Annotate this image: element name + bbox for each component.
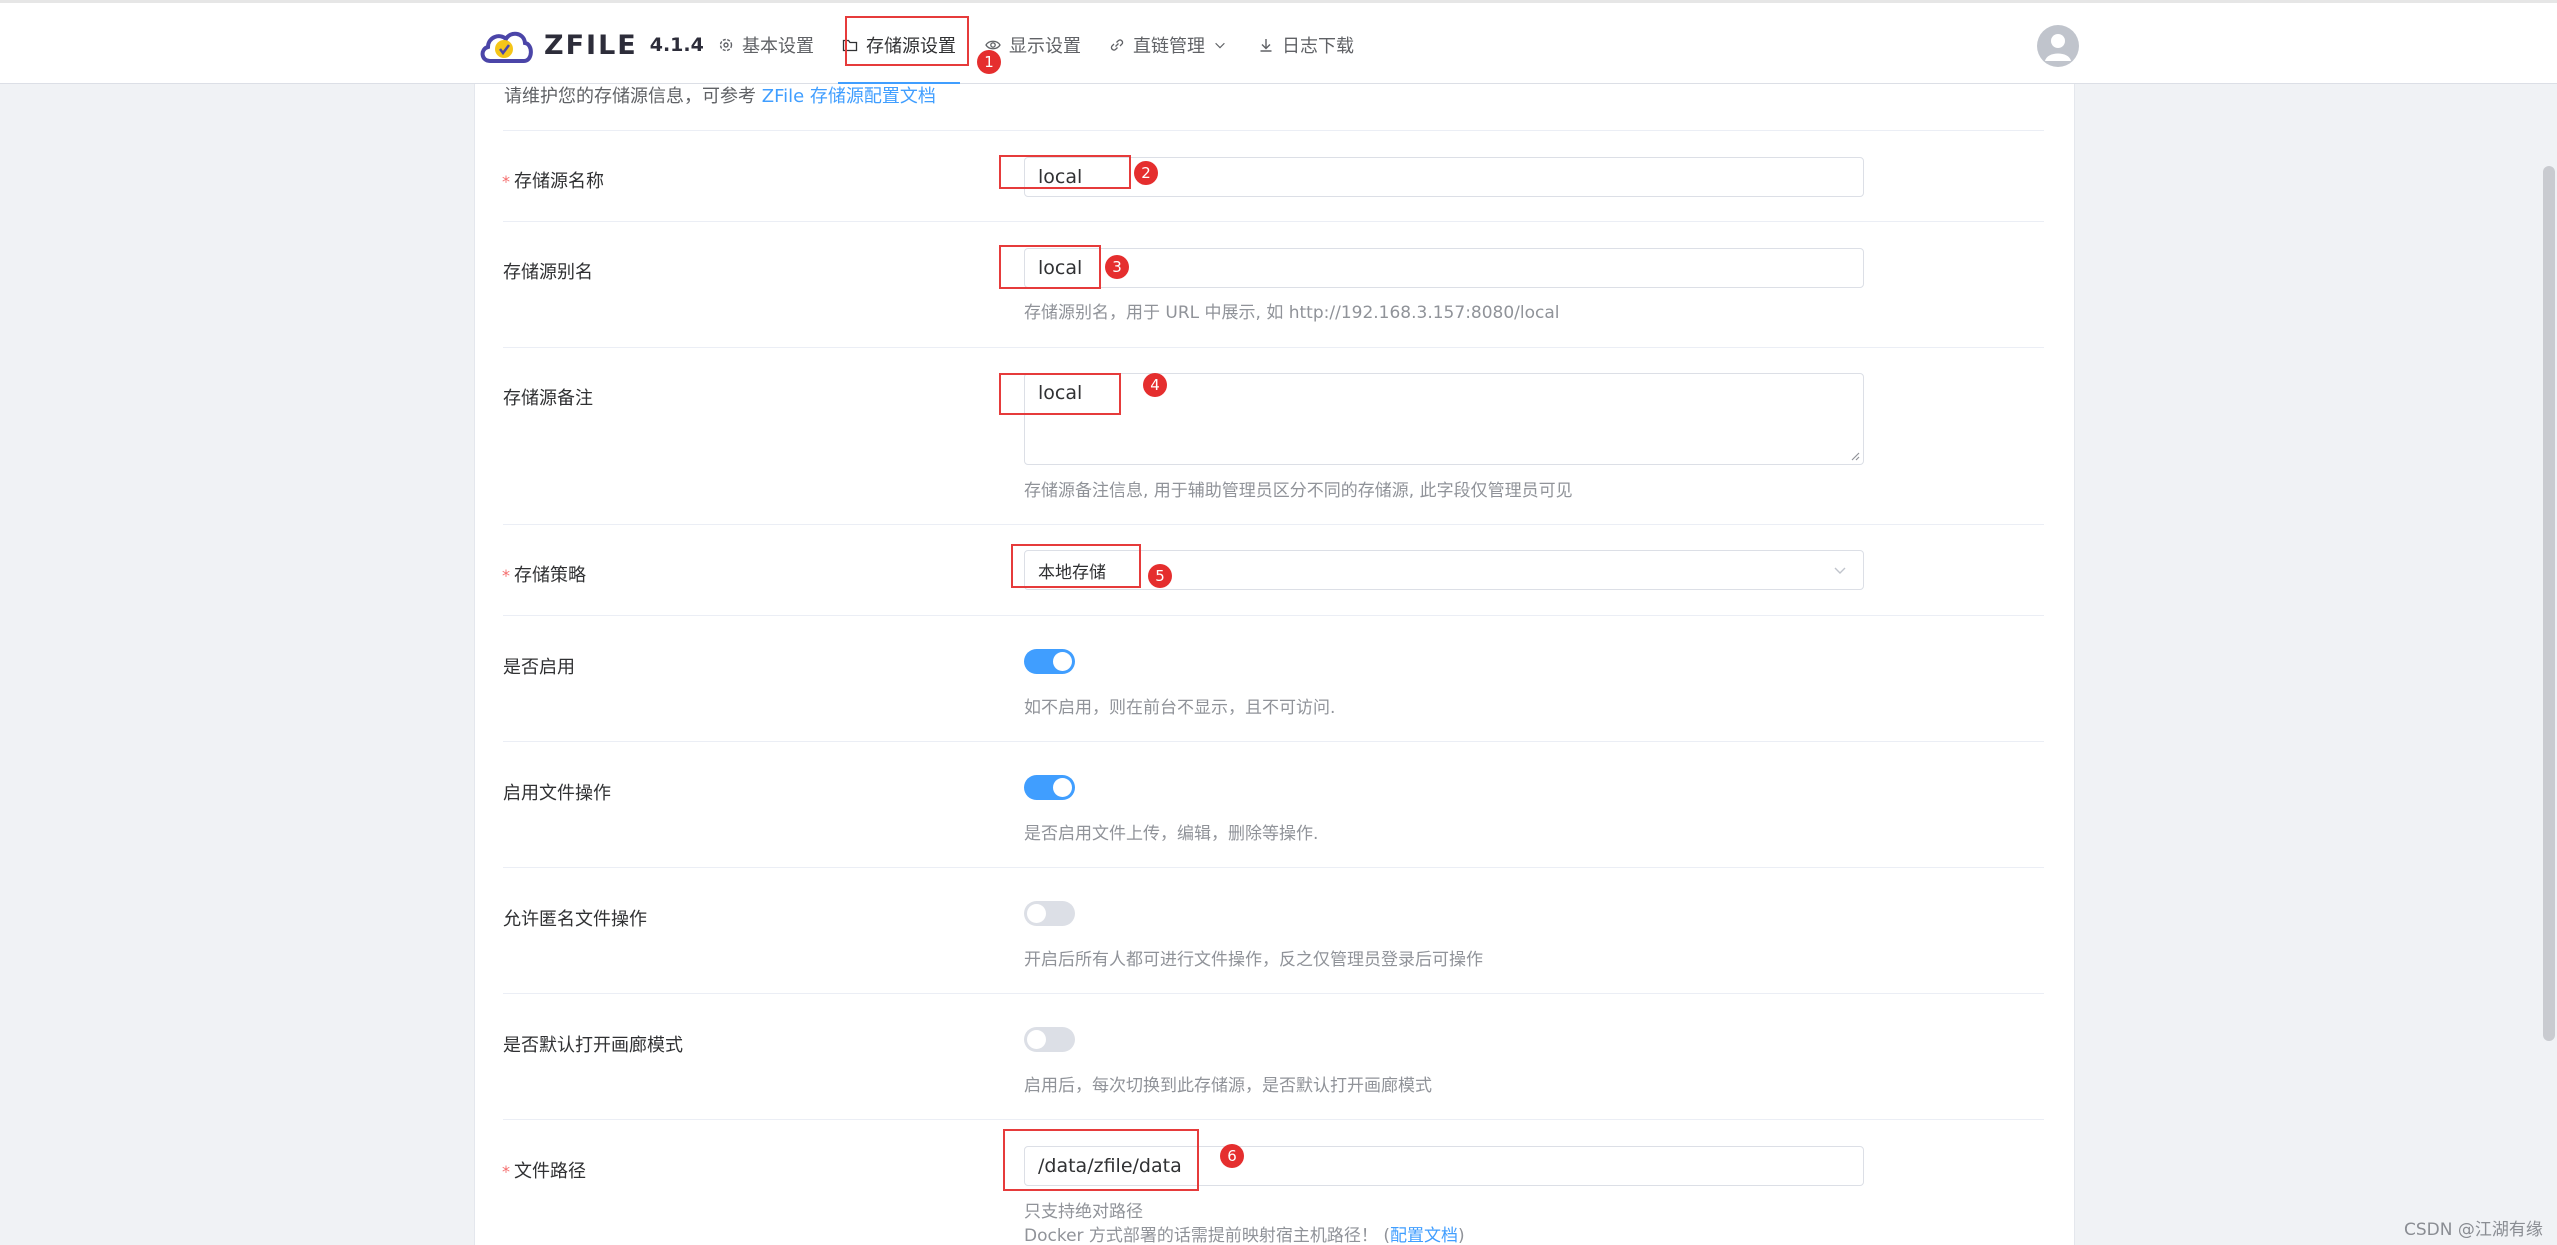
annotation-box [1011,544,1141,588]
required-marker: * [502,1162,510,1181]
annotation-box [999,245,1101,289]
nav-label: 日志下载 [1282,36,1354,57]
intro-sentence: 请维护您的存储源信息，可参考 [504,86,762,107]
name-label: * 存储源名称 [502,167,604,193]
chevron-down-icon [1215,42,1225,49]
divider [503,221,2044,222]
cloud-logo-icon [480,31,533,63]
annotation-badge: 2 [1134,161,1158,185]
divider [503,347,2044,348]
remark-hint: 存储源备注信息, 用于辅助管理员区分不同的存储源, 此字段仅管理员可见 [1024,481,1573,501]
alias-label: 存储源别名 [503,262,593,283]
user-icon [2045,34,2071,61]
logo-text: ZFILE [544,29,638,61]
divider [503,524,2044,525]
file-ops-switch[interactable] [1024,775,1075,800]
gallery-label: 是否默认打开画廊模式 [503,1035,683,1056]
annotation-badge: 1 [977,50,1001,74]
file-ops-label: 启用文件操作 [503,783,611,804]
divider [503,993,2044,994]
label-text: 存储策略 [514,565,586,586]
download-icon [1260,39,1272,52]
chevron-down-icon [1834,567,1846,574]
gallery-hint: 启用后，每次切换到此存储源，是否默认打开画廊模式 [1024,1076,1432,1096]
storage-alias-input[interactable]: local [1024,248,1864,288]
version-label: 4.1.4 [649,34,704,56]
nav-display-settings[interactable]: 显示设置 [985,3,1081,87]
path-label: * 文件路径 [502,1157,586,1183]
path-hint: 只支持绝对路径 [1024,1202,1143,1222]
strategy-label: * 存储策略 [502,561,586,587]
remark-label: 存储源备注 [503,388,593,409]
annotation-box [999,373,1121,415]
switch-knob [1053,652,1072,671]
divider [503,615,2044,616]
annotation-badge: 3 [1105,255,1129,279]
divider [503,867,2044,868]
divider [503,1119,2044,1120]
switch-knob [1053,778,1072,797]
config-docs-link[interactable]: 配置文档 [1390,1226,1458,1245]
required-marker: * [502,566,510,585]
gallery-switch[interactable] [1024,1027,1075,1052]
annotation-box [1003,1129,1199,1191]
divider [503,130,2044,131]
intro-text: 请维护您的存储源信息，可参考 ZFile 存储源配置文档 [504,82,936,108]
logo[interactable]: ZFILE 4.1.4 [478,23,704,67]
link-icon [1110,39,1124,51]
anon-ops-label: 允许匿名文件操作 [503,909,647,930]
top-navbar: ZFILE 4.1.4 基本设置 存储源设置 显示设置 直链管理 日志下载 [0,0,2557,87]
required-marker: * [502,172,510,191]
nav-label: 显示设置 [1009,36,1081,57]
resize-grip-icon[interactable] [1850,451,1860,461]
watermark: CSDN @江湖有缘 [2404,1220,2543,1240]
annotation-badge: 4 [1143,373,1167,397]
switch-knob [1027,904,1046,923]
alias-hint: 存储源别名，用于 URL 中展示, 如 http://192.168.3.157… [1024,303,1560,323]
anon-ops-hint: 开启后所有人都可进行文件操作，反之仅管理员登录后可操作 [1024,950,1483,970]
anon-ops-switch[interactable] [1024,901,1075,926]
nav-label: 基本设置 [742,36,814,57]
nav-log-download[interactable]: 日志下载 [1258,3,1354,87]
label-text: 存储源名称 [514,171,604,192]
nav-label: 直链管理 [1133,36,1205,57]
hint-text: Docker 方式部署的话需提前映射宿主机路径！ [1024,1226,1378,1245]
file-ops-hint: 是否启用文件上传，编辑，删除等操作. [1024,824,1319,844]
path-hint-docker: Docker 方式部署的话需提前映射宿主机路径！ (配置文档) [1024,1226,1465,1245]
avatar[interactable] [2037,25,2079,67]
annotation-box [845,16,969,66]
enabled-switch[interactable] [1024,649,1075,674]
divider [503,741,2044,742]
annotation-badge: 5 [1148,564,1172,588]
docs-link[interactable]: ZFile 存储源配置文档 [762,86,936,107]
label-text: 文件路径 [514,1161,586,1182]
annotation-box [999,155,1131,189]
nav-basic-settings[interactable]: 基本设置 [718,3,814,87]
enabled-label: 是否启用 [503,657,575,678]
vertical-scrollbar[interactable] [2543,166,2555,1041]
nav-direct-link[interactable]: 直链管理 [1109,3,1227,87]
enabled-hint: 如不启用，则在前台不显示，且不可访问. [1024,698,1336,718]
annotation-badge: 6 [1220,1144,1244,1168]
switch-knob [1027,1030,1046,1049]
gear-icon [719,38,733,52]
